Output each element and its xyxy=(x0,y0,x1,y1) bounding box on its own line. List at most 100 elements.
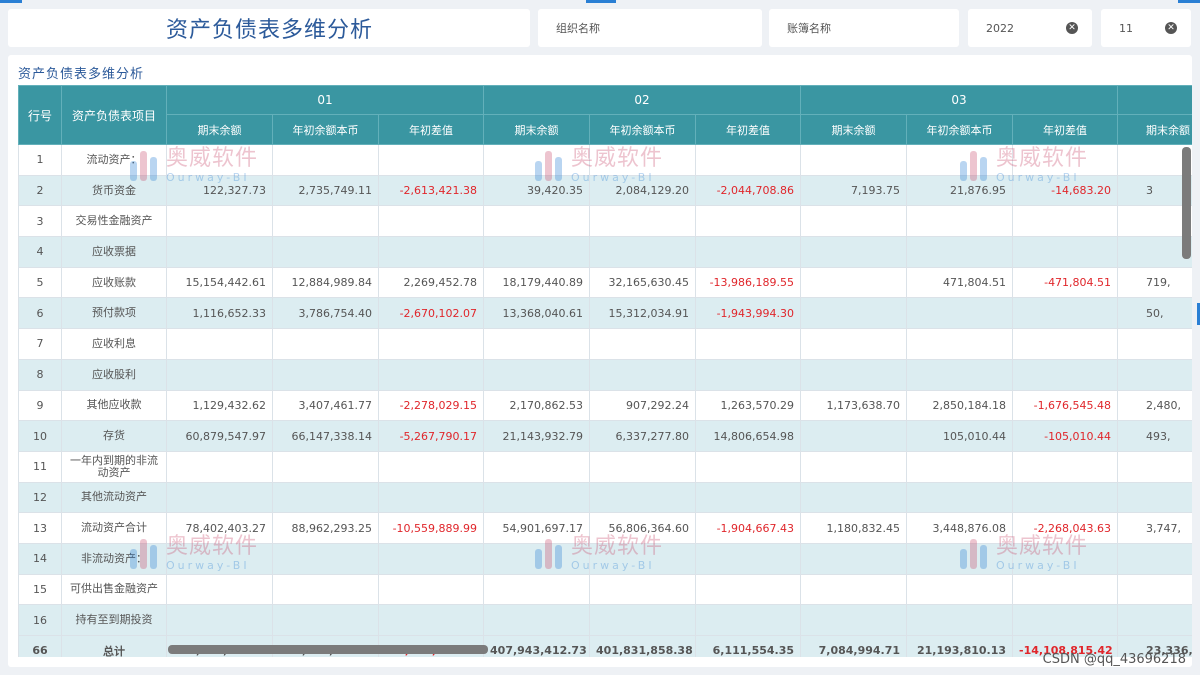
value-cell: 2,269,452.78 xyxy=(377,266,485,299)
clear-icon[interactable]: ✕ xyxy=(1165,22,1177,34)
value-cell xyxy=(272,481,379,514)
value-cell xyxy=(272,205,379,238)
value-cell-partial: 493, xyxy=(1117,420,1192,452)
value-cell xyxy=(272,236,379,268)
header-end-balance: 期末余额 xyxy=(800,114,908,145)
row-item-label: 应收利息 xyxy=(61,328,167,360)
table-row[interactable]: 6 预付款项 1,116,652.33 3,786,754.40 -2,670,102.… xyxy=(18,297,1192,330)
value-cell-partial xyxy=(1117,450,1192,483)
value-cell xyxy=(377,450,485,483)
value-cell xyxy=(695,542,802,575)
value-cell: -471,804.51 xyxy=(1012,266,1119,299)
row-item-label: 流动资产： xyxy=(61,144,167,176)
value-cell: 1,180,832.45 xyxy=(800,512,908,544)
value-cell: 88,962,293.25 xyxy=(272,512,379,544)
value-cell: -2,613,421.38 xyxy=(377,174,485,207)
value-cell xyxy=(272,144,379,176)
value-cell xyxy=(483,542,591,575)
table-row[interactable]: 8 应收股利 xyxy=(18,358,1192,391)
value-cell xyxy=(695,481,802,514)
row-item-label: 持有至到期投资 xyxy=(61,604,167,636)
clear-icon[interactable]: ✕ xyxy=(1066,22,1078,34)
value-cell xyxy=(166,481,273,514)
header-end-balance: 期末余额 xyxy=(483,114,591,145)
table-row[interactable]: 4 应收票据 xyxy=(18,236,1192,268)
row-number: 1 xyxy=(18,144,62,176)
row-number: 7 xyxy=(18,328,62,360)
value-cell xyxy=(483,144,591,176)
value-cell: -1,943,994.30 xyxy=(695,297,802,330)
org-filter-label: 组织名称 xyxy=(556,22,600,35)
page-title: 资产负债表多维分析 xyxy=(8,9,530,47)
table-row[interactable]: 15 可供出售金融资产 xyxy=(18,573,1192,606)
value-cell xyxy=(589,573,697,606)
value-cell: 66,147,338.14 xyxy=(272,420,379,452)
value-cell: -2,670,102.07 xyxy=(377,297,485,330)
panel-title: 资产负债表多维分析 xyxy=(18,67,145,82)
value-cell xyxy=(166,450,273,483)
value-cell xyxy=(166,144,273,176)
table-row[interactable]: 7 应收利息 xyxy=(18,328,1192,360)
row-number: 16 xyxy=(18,604,62,636)
value-cell xyxy=(1012,144,1119,176)
value-cell xyxy=(272,358,379,391)
table-row[interactable]: 5 应收账款 15,154,442.61 12,884,989.84 2,269,452… xyxy=(18,266,1192,299)
row-item-label: 预付款项 xyxy=(61,297,167,330)
value-cell xyxy=(800,542,908,575)
row-number: 12 xyxy=(18,481,62,514)
table-row[interactable]: 10 存货 60,879,547.97 66,147,338.14 -5,267,790… xyxy=(18,420,1192,452)
row-number: 6 xyxy=(18,297,62,330)
table-row[interactable]: 11 一年内到期的非流动资产 xyxy=(18,450,1192,483)
value-cell: 1,263,570.29 xyxy=(695,389,802,422)
total-row-no: 66 xyxy=(18,635,62,657)
table-row[interactable]: 1 流动资产： xyxy=(18,144,1192,176)
header-row-no: 行号 xyxy=(18,85,62,145)
value-cell-partial xyxy=(1117,236,1192,268)
value-cell xyxy=(906,604,1014,636)
value-cell xyxy=(695,604,802,636)
ledger-filter[interactable]: 账簿名称 xyxy=(769,9,959,47)
value-cell xyxy=(166,542,273,575)
value-cell xyxy=(800,573,908,606)
row-item-label: 应收股利 xyxy=(61,358,167,391)
value-cell: 15,312,034.91 xyxy=(589,297,697,330)
value-cell: 2,170,862.53 xyxy=(483,389,591,422)
month-filter[interactable]: 11 ✕ xyxy=(1101,9,1191,47)
table-row[interactable]: 2 货币资金 122,327.73 2,735,749.11 -2,613,421.38… xyxy=(18,174,1192,207)
value-cell xyxy=(1012,604,1119,636)
table-row[interactable]: 9 其他应收款 1,129,432.62 3,407,461.77 -2,278,029… xyxy=(18,389,1192,422)
org-filter[interactable]: 组织名称 xyxy=(538,9,762,47)
value-cell: 907,292.24 xyxy=(589,389,697,422)
horizontal-scrollbar[interactable] xyxy=(168,645,488,654)
value-cell-partial xyxy=(1117,205,1192,238)
table-row[interactable]: 14 非流动资产： xyxy=(18,542,1192,575)
value-cell: 39,420.35 xyxy=(483,174,591,207)
total-cell: 401,831,858.38 xyxy=(589,635,697,657)
vertical-scrollbar[interactable] xyxy=(1182,147,1191,259)
credit-text: CSDN @qq_43696218 xyxy=(1042,652,1186,667)
value-cell xyxy=(695,205,802,238)
value-cell: 471,804.51 xyxy=(906,266,1014,299)
total-cell: 407,943,412.73 xyxy=(483,635,591,657)
table-row[interactable]: 12 其他流动资产 xyxy=(18,481,1192,514)
value-cell xyxy=(800,481,908,514)
table-row[interactable]: 3 交易性金融资产 xyxy=(18,205,1192,238)
balance-sheet-table-wrap[interactable]: 行号 资产负债表项目 01 02 03 期末余额 年初余额本币 年初差值 期末余… xyxy=(18,85,1192,657)
value-cell: 1,173,638.70 xyxy=(800,389,908,422)
value-cell: -5,267,790.17 xyxy=(377,420,485,452)
year-filter[interactable]: 2022 ✕ xyxy=(968,9,1092,47)
header-end-balance-partial: 期末余额 xyxy=(1117,114,1192,145)
value-cell-partial xyxy=(1117,573,1192,606)
value-cell xyxy=(800,420,908,452)
value-cell: -2,278,029.15 xyxy=(377,389,485,422)
table-row[interactable]: 16 持有至到期投资 xyxy=(18,604,1192,636)
table-row[interactable]: 13 流动资产合计 78,402,403.27 88,962,293.25 -10,55… xyxy=(18,512,1192,544)
header-group-03: 03 xyxy=(800,85,1119,115)
value-cell xyxy=(1012,328,1119,360)
value-cell xyxy=(1012,297,1119,330)
row-item-label: 可供出售金融资产 xyxy=(61,573,167,606)
value-cell xyxy=(377,573,485,606)
value-cell xyxy=(906,481,1014,514)
value-cell xyxy=(272,573,379,606)
header-open-balance: 年初余额本币 xyxy=(272,114,379,145)
